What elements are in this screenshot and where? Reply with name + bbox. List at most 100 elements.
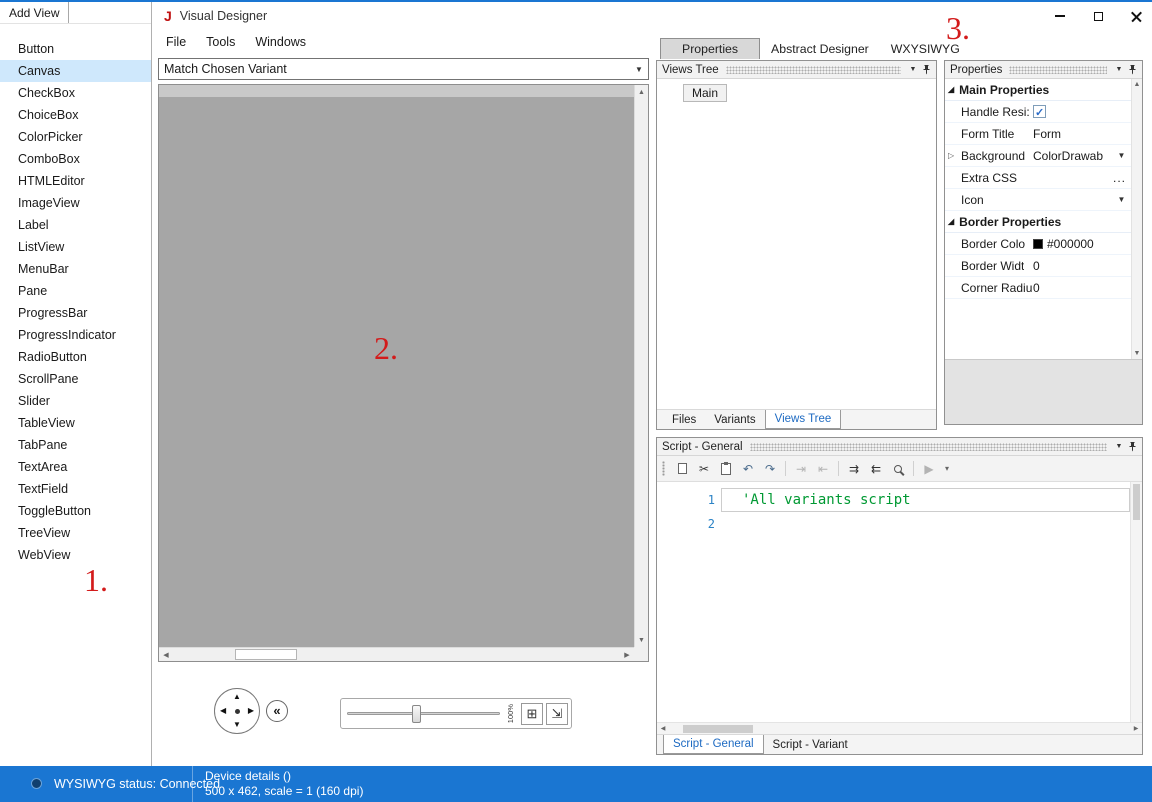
dpad-center-dot[interactable]	[234, 708, 240, 714]
run-icon[interactable]: ▶	[919, 459, 939, 479]
zoom-slider[interactable]	[344, 699, 503, 728]
form-title-value[interactable]: Form	[1033, 123, 1129, 144]
tab-abstract-designer[interactable]: Abstract Designer	[760, 38, 880, 59]
dock-menu-icon[interactable]	[1112, 66, 1126, 73]
dock-menu-icon[interactable]	[1112, 443, 1126, 450]
properties-scrollbar[interactable]	[1131, 79, 1142, 359]
palette-item[interactable]: Canvas	[0, 60, 151, 82]
maximize-button[interactable]	[1092, 10, 1104, 22]
design-surface[interactable]	[159, 85, 634, 647]
menu-file[interactable]: File	[156, 35, 196, 49]
palette-item[interactable]: ListView	[0, 236, 151, 258]
horizontal-scroll-track[interactable]	[669, 723, 1130, 734]
palette-item[interactable]: ColorPicker	[0, 126, 151, 148]
uncomment-icon[interactable]: ⇇	[866, 459, 886, 479]
views-tree-panel-header[interactable]: Views Tree	[657, 61, 936, 79]
background-value[interactable]: ColorDrawab	[1033, 145, 1103, 167]
redo-icon[interactable]: ↷	[760, 459, 780, 479]
chevron-down-icon[interactable]	[630, 65, 648, 74]
canvas-vertical-scrollbar[interactable]	[634, 85, 648, 647]
collapse-group-icon[interactable]	[948, 86, 954, 94]
border-color-swatch[interactable]	[1033, 238, 1043, 249]
palette-item[interactable]: TabPane	[0, 434, 151, 456]
add-view-tab[interactable]: Add View	[0, 2, 70, 23]
comment-icon[interactable]: ⇉	[844, 459, 864, 479]
toolbar-grip[interactable]	[662, 461, 665, 476]
tab-script-variant[interactable]: Script - Variant	[764, 735, 857, 754]
navigation-dpad[interactable]: ▲ ▼ ◀ ▶	[214, 688, 260, 734]
scroll-down-icon[interactable]	[1132, 348, 1142, 359]
code-line-2[interactable]	[721, 512, 1130, 536]
palette-item[interactable]: ToggleButton	[0, 500, 151, 522]
undo-icon[interactable]: ↶	[738, 459, 758, 479]
tab-files[interactable]: Files	[663, 410, 705, 429]
palette-item[interactable]: Slider	[0, 390, 151, 412]
dpad-left-icon[interactable]: ◀	[220, 707, 226, 715]
palette-item[interactable]: ImageView	[0, 192, 151, 214]
grid-toggle-button[interactable]: ⊞	[521, 702, 543, 725]
tab-variants[interactable]: Variants	[705, 410, 764, 429]
dpad-right-icon[interactable]: ▶	[248, 707, 254, 715]
tab-script-general[interactable]: Script - General	[663, 735, 764, 754]
scroll-right-icon[interactable]	[620, 648, 634, 661]
palette-item[interactable]: ChoiceBox	[0, 104, 151, 126]
copy-icon[interactable]	[672, 459, 692, 479]
palette-item[interactable]: ScrollPane	[0, 368, 151, 390]
tab-properties[interactable]: Properties	[660, 38, 761, 59]
palette-item[interactable]: Pane	[0, 280, 151, 302]
zoom-slider-thumb[interactable]	[411, 704, 421, 723]
palette-item[interactable]: TextField	[0, 478, 151, 500]
menu-tools[interactable]: Tools	[196, 35, 245, 49]
vertical-scroll-track[interactable]	[635, 99, 648, 633]
editor-hscroll-thumb[interactable]	[683, 725, 753, 733]
search-icon[interactable]	[888, 459, 908, 479]
variant-dropdown[interactable]: Match Chosen Variant	[158, 58, 649, 80]
icon-dropdown-icon[interactable]	[1114, 189, 1129, 211]
scroll-left-icon[interactable]	[657, 723, 669, 734]
palette-item[interactable]: Label	[0, 214, 151, 236]
palette-item[interactable]: TreeView	[0, 522, 151, 544]
expander-icon[interactable]	[948, 145, 954, 167]
dpad-down-icon[interactable]: ▼	[233, 721, 241, 729]
scroll-left-icon[interactable]	[159, 648, 173, 661]
scroll-right-icon[interactable]	[1130, 723, 1142, 734]
palette-item[interactable]: TableView	[0, 412, 151, 434]
scroll-down-icon[interactable]	[635, 633, 648, 647]
palette-item[interactable]: ComboBox	[0, 148, 151, 170]
tree-node-main[interactable]: Main	[683, 84, 728, 102]
cut-icon[interactable]: ✂	[694, 459, 714, 479]
collapse-group-icon[interactable]	[948, 218, 954, 226]
palette-item[interactable]: TextArea	[0, 456, 151, 478]
collapse-panels-button[interactable]: «	[266, 700, 288, 722]
border-width-value[interactable]: 0	[1033, 255, 1129, 276]
fit-to-device-button[interactable]: ⇲	[546, 702, 568, 725]
dpad-up-icon[interactable]: ▲	[233, 693, 241, 701]
palette-item[interactable]: MenuBar	[0, 258, 151, 280]
minimize-button[interactable]	[1054, 10, 1066, 22]
script-panel-header[interactable]: Script - General	[657, 438, 1142, 456]
handle-resize-checkbox[interactable]	[1033, 102, 1046, 124]
indent-icon[interactable]: ⇥	[791, 459, 811, 479]
palette-item[interactable]: HTMLEditor	[0, 170, 151, 192]
toolbar-overflow-icon[interactable]: ▾	[941, 459, 953, 479]
group-main-properties[interactable]: Main Properties	[945, 79, 1131, 101]
pin-icon[interactable]	[920, 64, 933, 76]
palette-item[interactable]: Button	[0, 38, 151, 60]
extra-css-ellipsis-button[interactable]: ...	[1113, 167, 1129, 189]
group-border-properties[interactable]: Border Properties	[945, 211, 1131, 233]
paste-icon[interactable]	[716, 459, 736, 479]
zoom-slider-track[interactable]	[347, 711, 500, 715]
dock-menu-icon[interactable]	[906, 66, 920, 73]
editor-horizontal-scrollbar[interactable]	[657, 722, 1142, 734]
pin-icon[interactable]	[1126, 441, 1139, 453]
close-button[interactable]	[1130, 10, 1142, 22]
scroll-up-icon[interactable]	[635, 85, 648, 99]
palette-item[interactable]: RadioButton	[0, 346, 151, 368]
palette-item[interactable]: ProgressIndicator	[0, 324, 151, 346]
menu-windows[interactable]: Windows	[245, 35, 316, 49]
palette-item[interactable]: ProgressBar	[0, 302, 151, 324]
views-tree-content[interactable]: Main	[657, 79, 936, 409]
code-area[interactable]: 'All variants script	[721, 482, 1130, 722]
background-dropdown-icon[interactable]	[1114, 145, 1129, 167]
editor-scroll-thumb[interactable]	[1133, 484, 1140, 520]
